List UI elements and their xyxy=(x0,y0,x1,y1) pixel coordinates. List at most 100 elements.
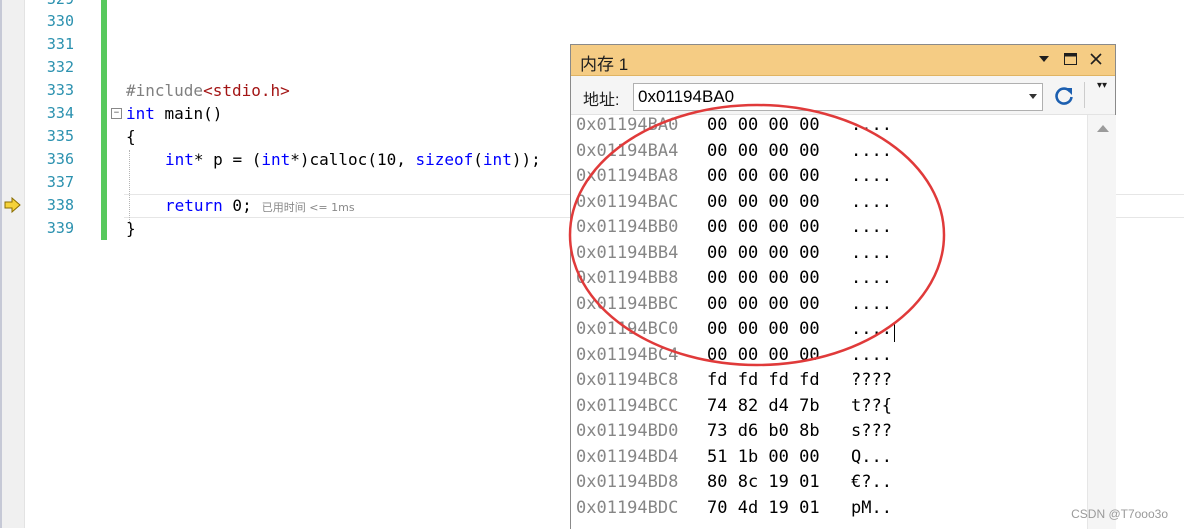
code-text: return 0; 已用时间 <= 1ms xyxy=(165,194,355,219)
memory-bytes[interactable]: 73 d6 b0 8b xyxy=(707,419,820,444)
memory-bytes[interactable]: 51 1b 00 00 xyxy=(707,445,820,470)
code-fragment: main() xyxy=(154,104,223,123)
memory-address: 0x01194BD0 xyxy=(576,421,679,441)
keyword: return xyxy=(165,196,223,215)
memory-grid[interactable]: 0x01194BA0 00 00 00 00.... 0x01194BA4 00 0… xyxy=(571,115,1087,529)
memory-bytes[interactable]: 00 00 00 00 xyxy=(707,215,820,240)
indent-guide xyxy=(129,150,130,222)
preprocessor-directive: #include xyxy=(126,81,204,100)
watermark: CSDN @T7ooo3o xyxy=(1071,507,1168,521)
memory-address: 0x01194BA4 xyxy=(576,140,679,161)
memory-ascii[interactable]: .... xyxy=(851,241,892,266)
toolbar-overflow-icon[interactable]: ▾▾ xyxy=(1097,80,1107,91)
memory-window-title: 内存 1 xyxy=(580,55,629,74)
memory-address: 0x01194BA0 xyxy=(576,115,679,135)
memory-bytes[interactable]: 00 00 00 00 xyxy=(707,115,820,138)
memory-ascii[interactable]: t??{ xyxy=(851,394,892,419)
memory-bytes[interactable]: 00 00 00 00 xyxy=(707,292,820,317)
line-number: 332 xyxy=(46,58,74,76)
memory-ascii[interactable]: .... xyxy=(851,317,892,342)
memory-address: 0x01194BD4 xyxy=(576,446,679,467)
line-number: 333 xyxy=(46,81,74,99)
line-number: 330 xyxy=(46,12,74,30)
change-tracking-bar xyxy=(101,0,107,240)
memory-address: 0x01194BDC xyxy=(576,497,679,518)
memory-address: 0x01194BC8 xyxy=(576,370,679,390)
memory-bytes[interactable]: 80 8c 19 01 xyxy=(707,470,820,495)
memory-address: 0x01194BA8 xyxy=(576,166,679,186)
memory-address: 0x01194BB8 xyxy=(576,268,679,288)
memory-ascii[interactable]: .... xyxy=(851,164,892,189)
include-header: <stdio.h> xyxy=(203,81,290,100)
memory-address: 0x01194BC0 xyxy=(576,319,679,339)
scroll-up-arrow-icon[interactable] xyxy=(1097,125,1109,132)
memory-ascii[interactable]: pM.. xyxy=(851,496,892,521)
memory-ascii[interactable]: €?.. xyxy=(851,470,892,495)
code-fragment: *)calloc(10, xyxy=(290,150,416,169)
code-fragment: ( xyxy=(473,150,483,169)
memory-bytes[interactable]: 00 00 00 00 xyxy=(707,241,820,266)
close-icon[interactable] xyxy=(1086,49,1106,69)
maximize-icon[interactable] xyxy=(1060,49,1080,69)
window-position-dropdown-icon[interactable] xyxy=(1034,49,1054,69)
toolbar-separator xyxy=(1084,82,1085,108)
line-number: 339 xyxy=(46,219,74,237)
memory-bytes[interactable]: 00 00 00 00 xyxy=(707,190,820,215)
memory-address: 0x01194BB4 xyxy=(576,242,679,263)
keyword: sizeof xyxy=(415,150,474,169)
memory-window-title-bar[interactable]: 内存 1 xyxy=(571,45,1115,76)
elapsed-time-hint: 已用时间 <= 1ms xyxy=(261,201,355,214)
memory-address: 0x01194BD8 xyxy=(576,472,679,492)
address-value: 0x01194BA0 xyxy=(638,87,735,106)
memory-ascii[interactable]: .... xyxy=(851,190,892,215)
memory-bytes[interactable]: 00 00 00 00 xyxy=(707,266,820,291)
memory-ascii[interactable]: .... xyxy=(851,215,892,240)
collapse-toggle-icon[interactable]: − xyxy=(111,108,122,119)
memory-bytes[interactable]: 00 00 00 00 xyxy=(707,317,820,342)
code-text: } xyxy=(126,219,136,238)
text-cursor xyxy=(894,322,895,342)
memory-bytes[interactable]: 74 82 d4 7b xyxy=(707,394,820,419)
code-fragment: )); xyxy=(511,150,541,169)
memory-ascii[interactable]: ???? xyxy=(851,368,892,393)
memory-ascii[interactable]: .... xyxy=(851,343,892,368)
keyword: int xyxy=(165,150,194,169)
memory-bytes[interactable]: 00 00 00 00 xyxy=(707,343,820,368)
refresh-icon[interactable] xyxy=(1051,83,1077,109)
keyword: int xyxy=(482,150,512,169)
memory-window[interactable]: 内存 1 地址: 0x01194BA0 ▾▾ 0x01194BA0 00 00 0… xyxy=(570,44,1116,529)
line-number: 331 xyxy=(46,35,74,53)
line-number: 335 xyxy=(46,127,74,145)
memory-bytes[interactable]: fd fd fd fd xyxy=(707,368,820,393)
memory-ascii[interactable]: Q... xyxy=(851,445,892,470)
code-text: int main() xyxy=(126,102,222,125)
line-number: 336 xyxy=(46,150,74,168)
memory-ascii[interactable]: .... xyxy=(851,266,892,291)
code-fragment: * p = ( xyxy=(193,150,262,169)
memory-address: 0x01194BC4 xyxy=(576,344,679,365)
memory-ascii[interactable]: s??? xyxy=(851,419,892,444)
memory-address: 0x01194BBC xyxy=(576,293,679,314)
address-input[interactable]: 0x01194BA0 xyxy=(633,83,1043,111)
memory-bytes[interactable]: 70 4d 19 01 xyxy=(707,496,820,521)
line-number: 338 xyxy=(46,196,74,214)
keyword: int xyxy=(261,150,291,169)
instruction-pointer-arrow-icon xyxy=(4,197,21,213)
memory-ascii[interactable]: .... xyxy=(851,292,892,317)
memory-ascii[interactable]: .... xyxy=(851,115,892,138)
code-text: #include<stdio.h> xyxy=(126,79,290,102)
breakpoint-margin[interactable] xyxy=(0,0,25,528)
code-text: { xyxy=(126,127,136,146)
code-text: int* p = (int*)calloc(10, sizeof(int)); xyxy=(165,148,541,171)
line-number: 337 xyxy=(46,173,74,191)
memory-bytes[interactable]: 00 00 00 00 xyxy=(707,164,820,189)
line-number: 334 xyxy=(46,104,74,122)
margin-edge xyxy=(0,0,2,528)
memory-address: 0x01194BB0 xyxy=(576,217,679,237)
vertical-scrollbar[interactable] xyxy=(1087,115,1116,529)
memory-address: 0x01194BAC xyxy=(576,191,679,212)
memory-ascii[interactable]: .... xyxy=(851,139,892,164)
code-fragment: 0; xyxy=(222,196,252,215)
memory-bytes[interactable]: 00 00 00 00 xyxy=(707,139,820,164)
chevron-down-icon[interactable] xyxy=(1029,94,1037,99)
